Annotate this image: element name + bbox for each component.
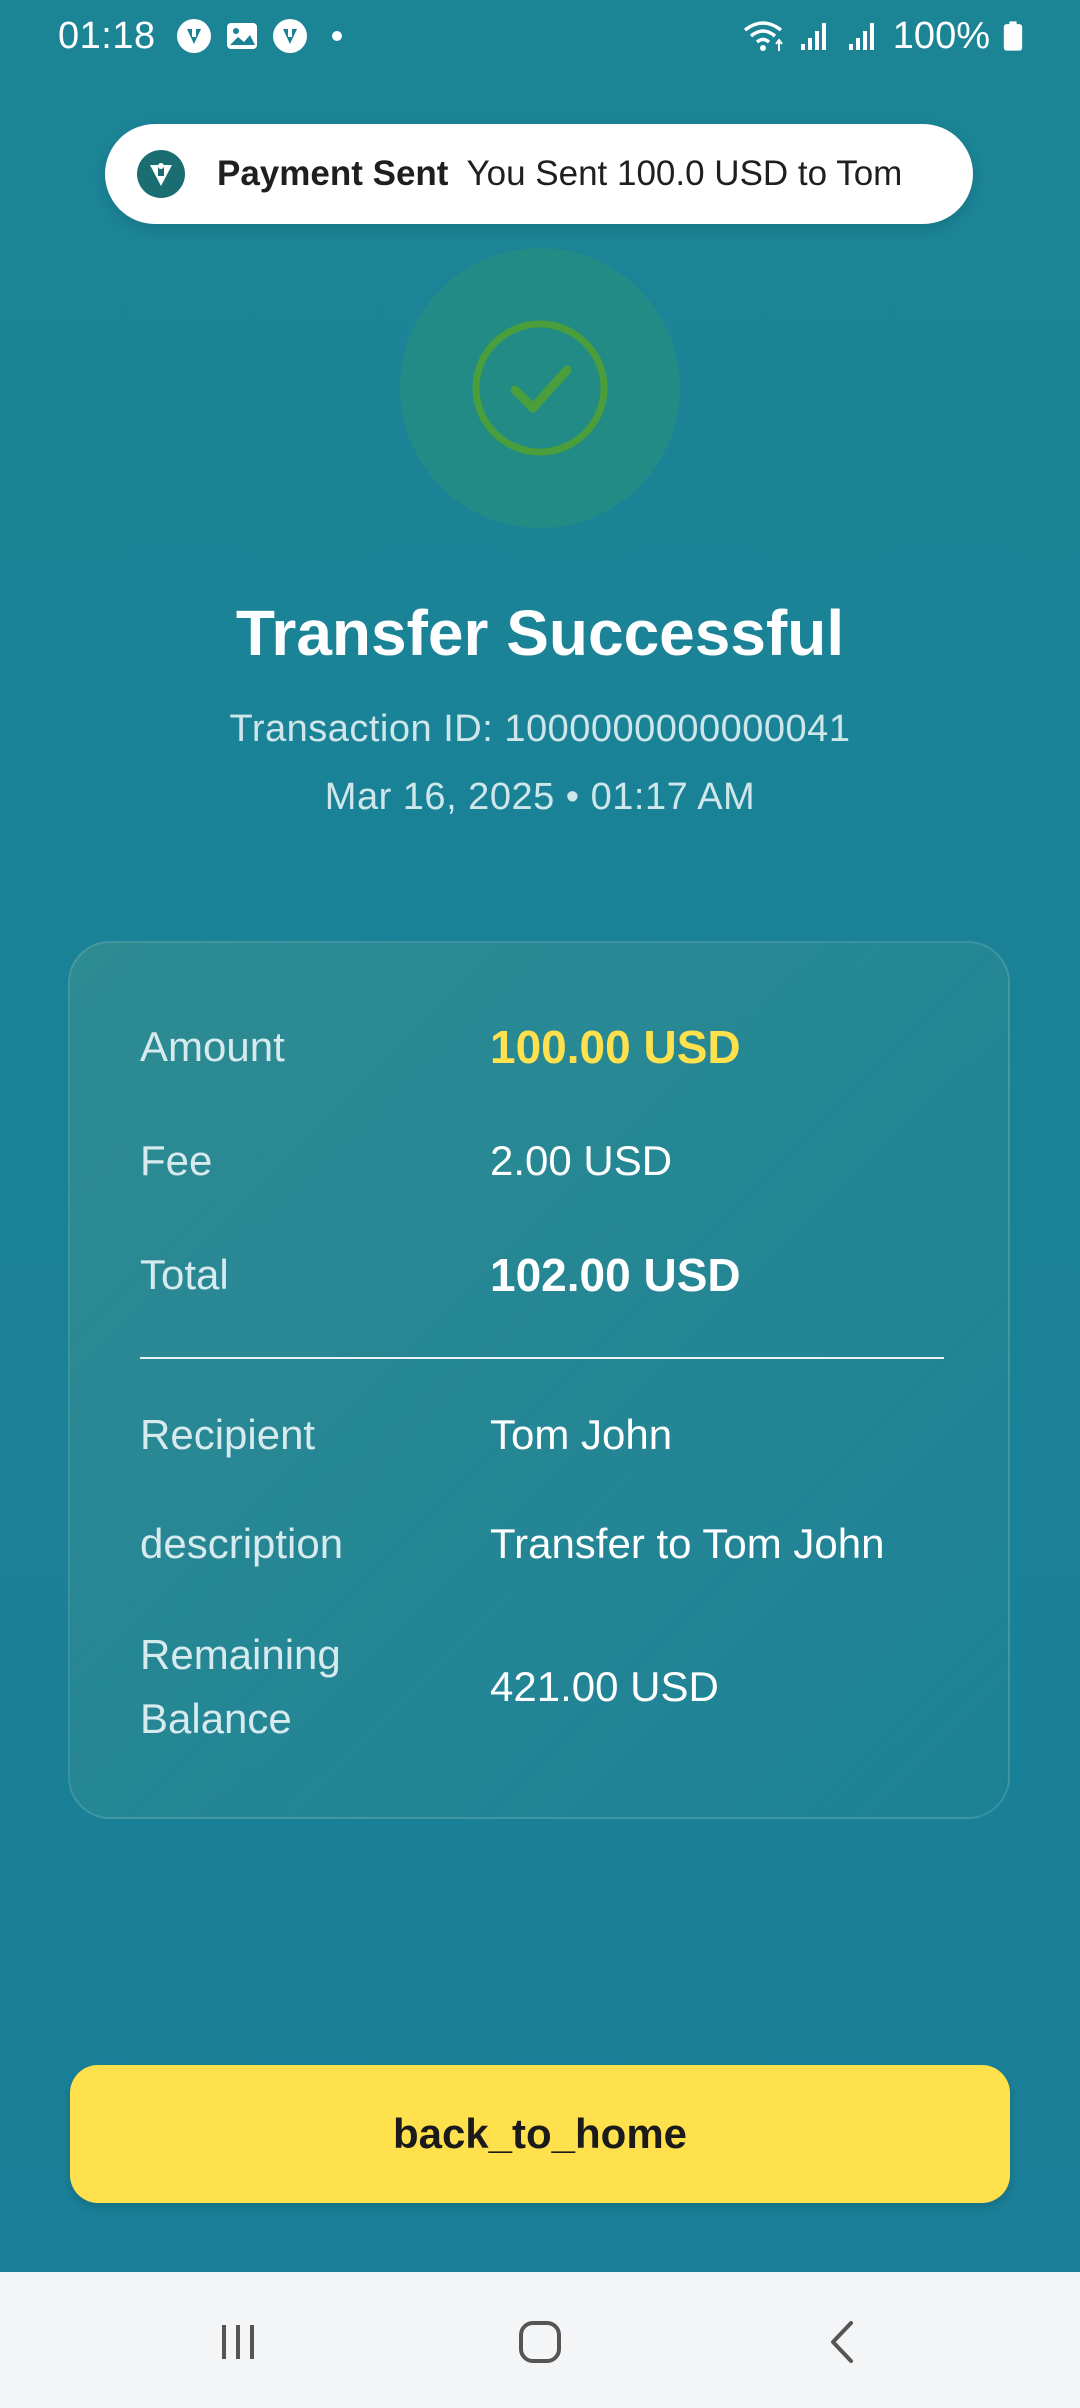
transfer-details-card: Amount 100.00 USD Fee 2.00 USD Total 102… — [68, 941, 1010, 1819]
recent-apps-icon — [222, 2325, 254, 2359]
transfer-success-screen: 01:18 100% Payment Sent You Sent 100.0 U… — [0, 0, 1080, 2408]
toast-message: You Sent 100.0 USD to Tom — [466, 154, 903, 193]
remaining-balance-row: Remaining Balance 421.00 USD — [140, 1623, 970, 1751]
transaction-datetime: Mar 16, 2025 • 01:17 AM — [324, 776, 756, 818]
battery-icon — [1003, 21, 1023, 51]
wifi-icon — [743, 21, 783, 51]
status-time: 01:18 — [58, 14, 156, 57]
remaining-balance-value: 421.00 USD — [490, 1663, 719, 1710]
total-value: 102.00 USD — [490, 1249, 741, 1301]
total-label: Total — [140, 1251, 229, 1298]
fee-row: Fee 2.00 USD — [140, 1129, 970, 1193]
battery-percent: 100% — [892, 14, 990, 57]
recipient-row: Recipient Tom John — [140, 1403, 970, 1467]
system-navigation-bar — [0, 2272, 1080, 2408]
status-left: 01:18 — [58, 15, 342, 58]
app-logo-icon — [137, 150, 185, 198]
description-value: Transfer to Tom John — [490, 1520, 885, 1567]
recipient-value: Tom John — [490, 1411, 673, 1458]
back-nav-button[interactable] — [804, 2302, 884, 2382]
description-label: description — [140, 1520, 344, 1567]
description-row: description Transfer to Tom John — [140, 1512, 970, 1576]
success-badge — [400, 248, 680, 528]
total-row: Total 102.00 USD — [140, 1243, 970, 1307]
recent-apps-button[interactable] — [198, 2302, 278, 2382]
check-circle-icon — [472, 320, 608, 456]
amount-label: Amount — [140, 1023, 285, 1070]
app-notification-icon — [272, 19, 307, 53]
remaining-balance-label-line2: Balance — [140, 1695, 292, 1742]
recipient-label: Recipient — [140, 1411, 316, 1458]
signal-icon — [800, 23, 826, 50]
app-notification-icon — [176, 19, 211, 53]
signal-icon — [848, 23, 874, 50]
details-divider — [140, 1357, 944, 1359]
fee-value: 2.00 USD — [490, 1137, 673, 1184]
page-title: Transfer Successful — [235, 597, 845, 669]
status-right: 100% — [741, 15, 1024, 58]
status-bar: 01:18 100% — [0, 0, 1080, 72]
amount-value: 100.00 USD — [490, 1021, 741, 1073]
more-notifications-dot — [331, 31, 342, 41]
back-to-home-button[interactable]: back_to_home — [70, 2065, 1010, 2203]
toast-title: Payment Sent — [217, 154, 449, 193]
back-icon — [831, 2321, 853, 2363]
fee-label: Fee — [140, 1137, 213, 1184]
home-icon — [519, 2321, 561, 2363]
payment-notification-toast[interactable]: Payment Sent You Sent 100.0 USD to Tom — [105, 124, 973, 224]
home-nav-button[interactable] — [500, 2302, 580, 2382]
transaction-id: Transaction ID: 1000000000000041 — [229, 708, 851, 750]
image-icon — [226, 23, 257, 49]
remaining-balance-label-line1: Remaining — [140, 1631, 341, 1678]
amount-row: Amount 100.00 USD — [140, 1015, 970, 1079]
remaining-balance-label: Remaining Balance — [140, 1623, 490, 1751]
